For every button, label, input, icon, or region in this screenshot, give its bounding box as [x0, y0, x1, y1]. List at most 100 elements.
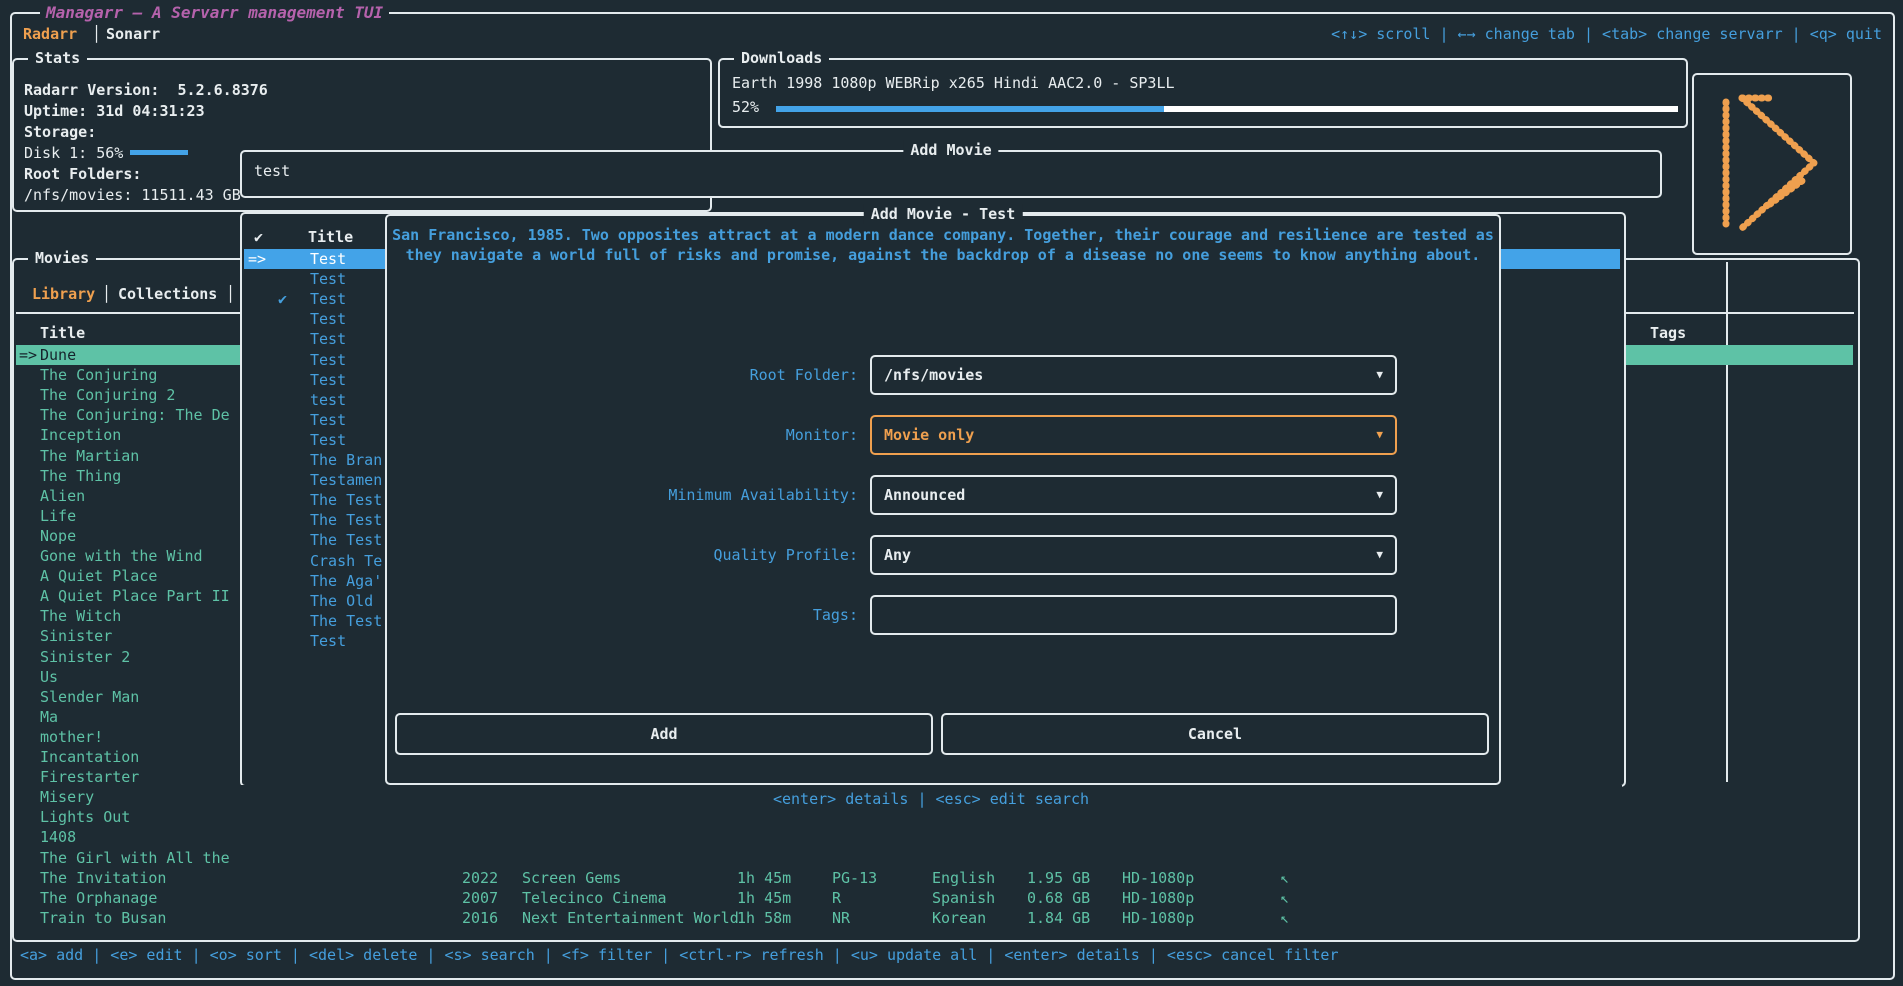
- movie-title: Us: [40, 667, 241, 687]
- tab-sonarr[interactable]: Sonarr: [106, 25, 160, 43]
- movies-panel-title: Movies: [28, 248, 96, 268]
- result-title: Crash Te: [310, 551, 382, 571]
- download-percent: 52%: [732, 98, 759, 116]
- movie-title: 1408: [40, 827, 241, 847]
- movie-runtime: 1h 45m: [737, 868, 791, 888]
- download-progress-fill: [776, 106, 1164, 112]
- movie-rating: PG-13: [832, 868, 877, 888]
- movie-quality: HD-1080p: [1122, 888, 1194, 908]
- field-value: /nfs/movies: [884, 366, 983, 384]
- movie-title: The Conjuring: [40, 365, 241, 385]
- field-dropdown[interactable]: Movie only▼: [870, 415, 1397, 455]
- tab-radarr[interactable]: Radarr: [23, 25, 77, 43]
- add-movie-panel-title: Add Movie: [903, 140, 998, 160]
- movie-title: The Witch: [40, 606, 241, 626]
- tab-library[interactable]: Library: [32, 285, 95, 303]
- field-dropdown[interactable]: /nfs/movies ▼: [870, 355, 1397, 395]
- logo-panel: [1692, 73, 1852, 255]
- selected-row-marker: =>: [248, 249, 266, 269]
- app-title: Managarr — A Servarr management TUI: [40, 3, 389, 22]
- movie-title: The Girl with All the: [40, 848, 241, 868]
- movie-language: English: [932, 868, 995, 888]
- movie-title: Firestarter: [40, 767, 241, 787]
- results-title-header: Title: [308, 228, 353, 246]
- movie-rating: NR: [832, 908, 850, 928]
- movie-studio: Telecinco Cinema: [522, 888, 667, 908]
- chevron-down-icon: ▼: [1376, 477, 1383, 513]
- field-value: Any: [884, 546, 911, 564]
- movie-year: 2022: [462, 868, 498, 888]
- movie-title: Sinister: [40, 626, 241, 646]
- movie-title: A Quiet Place Part II: [40, 586, 241, 606]
- field-value: Movie only: [884, 426, 974, 444]
- movie-title: Inception: [40, 425, 241, 445]
- movie-title: Incantation: [40, 747, 241, 767]
- stat-disk: Disk 1: 56%: [24, 143, 123, 164]
- field-dropdown[interactable]: Any ▼: [870, 535, 1397, 575]
- download-item: Earth 1998 1080p WEBRip x265 Hindi AAC2.…: [732, 74, 1175, 92]
- movie-overview-line1: San Francisco, 1985. Two opposites attra…: [387, 226, 1499, 244]
- movie-detail-row[interactable]: 2016Next Entertainment World1h 58mNRKore…: [16, 908, 1853, 928]
- chevron-down-icon: ▼: [1376, 357, 1383, 393]
- movie-detail-row[interactable]: 2007Telecinco Cinema1h 45mRSpanish0.68 G…: [16, 888, 1853, 908]
- result-title: Test: [310, 329, 346, 349]
- stat-rootfolder: /nfs/movies: 11511.43 GB: [24, 185, 241, 206]
- stat-uptime: Uptime: 31d 04:31:23: [24, 101, 205, 122]
- movie-language: Korean: [932, 908, 986, 928]
- movie-studio: Screen Gems: [522, 868, 621, 888]
- movie-title: Nope: [40, 526, 241, 546]
- movie-year: 2007: [462, 888, 498, 908]
- movie-size: 1.84 GB: [1027, 908, 1090, 928]
- movie-title: Slender Man: [40, 687, 241, 707]
- tab-collections[interactable]: Collections: [118, 285, 217, 303]
- results-help-strip: <enter> details | <esc> edit search: [240, 785, 1622, 866]
- results-help: <enter> details | <esc> edit search: [240, 785, 1622, 808]
- movies-tab-divider-1: │: [102, 285, 111, 303]
- add-movie-search-panel: Add Movie test: [240, 150, 1662, 198]
- movie-runtime: 1h 45m: [737, 888, 791, 908]
- result-title: The Test: [310, 611, 382, 631]
- bottom-help-bar: <a> add | <e> edit | <o> sort | <del> de…: [20, 946, 1339, 964]
- result-title: test: [310, 390, 346, 410]
- tags-column-header: Tags: [1650, 324, 1686, 342]
- movie-title: The Martian: [40, 446, 241, 466]
- cancel-button[interactable]: Cancel: [941, 713, 1489, 755]
- movie-title: The Conjuring 2: [40, 385, 241, 405]
- field-dropdown[interactable]: Announced ▼: [870, 475, 1397, 515]
- result-title: Test: [310, 350, 346, 370]
- movie-studio: Next Entertainment World: [522, 908, 739, 928]
- result-title: Test: [310, 249, 346, 269]
- tag-icon: ↖: [1280, 868, 1289, 888]
- movie-detail-row[interactable]: 2022 Screen Gems 1h 45m PG-13 English 1.95 GB…: [16, 868, 1853, 888]
- stats-panel-title: Stats: [28, 48, 87, 68]
- search-input[interactable]: test: [254, 162, 290, 180]
- field-value: Announced: [884, 486, 965, 504]
- selected-row-marker: =>: [19, 345, 37, 365]
- downloads-panel: Downloads Earth 1998 1080p WEBRip x265 H…: [718, 58, 1688, 128]
- result-title: Test: [310, 631, 346, 651]
- result-title: The Aga': [310, 571, 382, 591]
- movie-title: Alien: [40, 486, 241, 506]
- field-input[interactable]: [870, 595, 1397, 635]
- movie-title: The Conjuring: The De: [40, 405, 241, 425]
- result-title: Test: [310, 410, 346, 430]
- movie-title: Lights Out: [40, 807, 241, 827]
- stat-storage-label: Storage:: [24, 122, 96, 143]
- result-title: Test: [310, 430, 346, 450]
- tag-icon: ↖: [1280, 888, 1289, 908]
- downloads-panel-title: Downloads: [734, 48, 829, 68]
- download-progress-bar: [776, 106, 1678, 112]
- movie-size: 0.68 GB: [1027, 888, 1090, 908]
- result-title: The Test: [310, 530, 382, 550]
- chevron-down-icon: ▼: [1376, 537, 1383, 573]
- result-title: The Old: [310, 591, 373, 611]
- movies-tab-divider-2: │: [226, 285, 235, 303]
- monitored-check-icon: ✔: [278, 289, 287, 309]
- tag-icon: ↖: [1280, 908, 1289, 928]
- field-label: Tags:: [397, 595, 858, 635]
- add-button[interactable]: Add: [395, 713, 933, 755]
- movie-size: 1.95 GB: [1027, 868, 1090, 888]
- movie-quality: HD-1080p: [1122, 908, 1194, 928]
- field-label: Monitor:: [397, 415, 858, 455]
- movie-title: Life: [40, 506, 241, 526]
